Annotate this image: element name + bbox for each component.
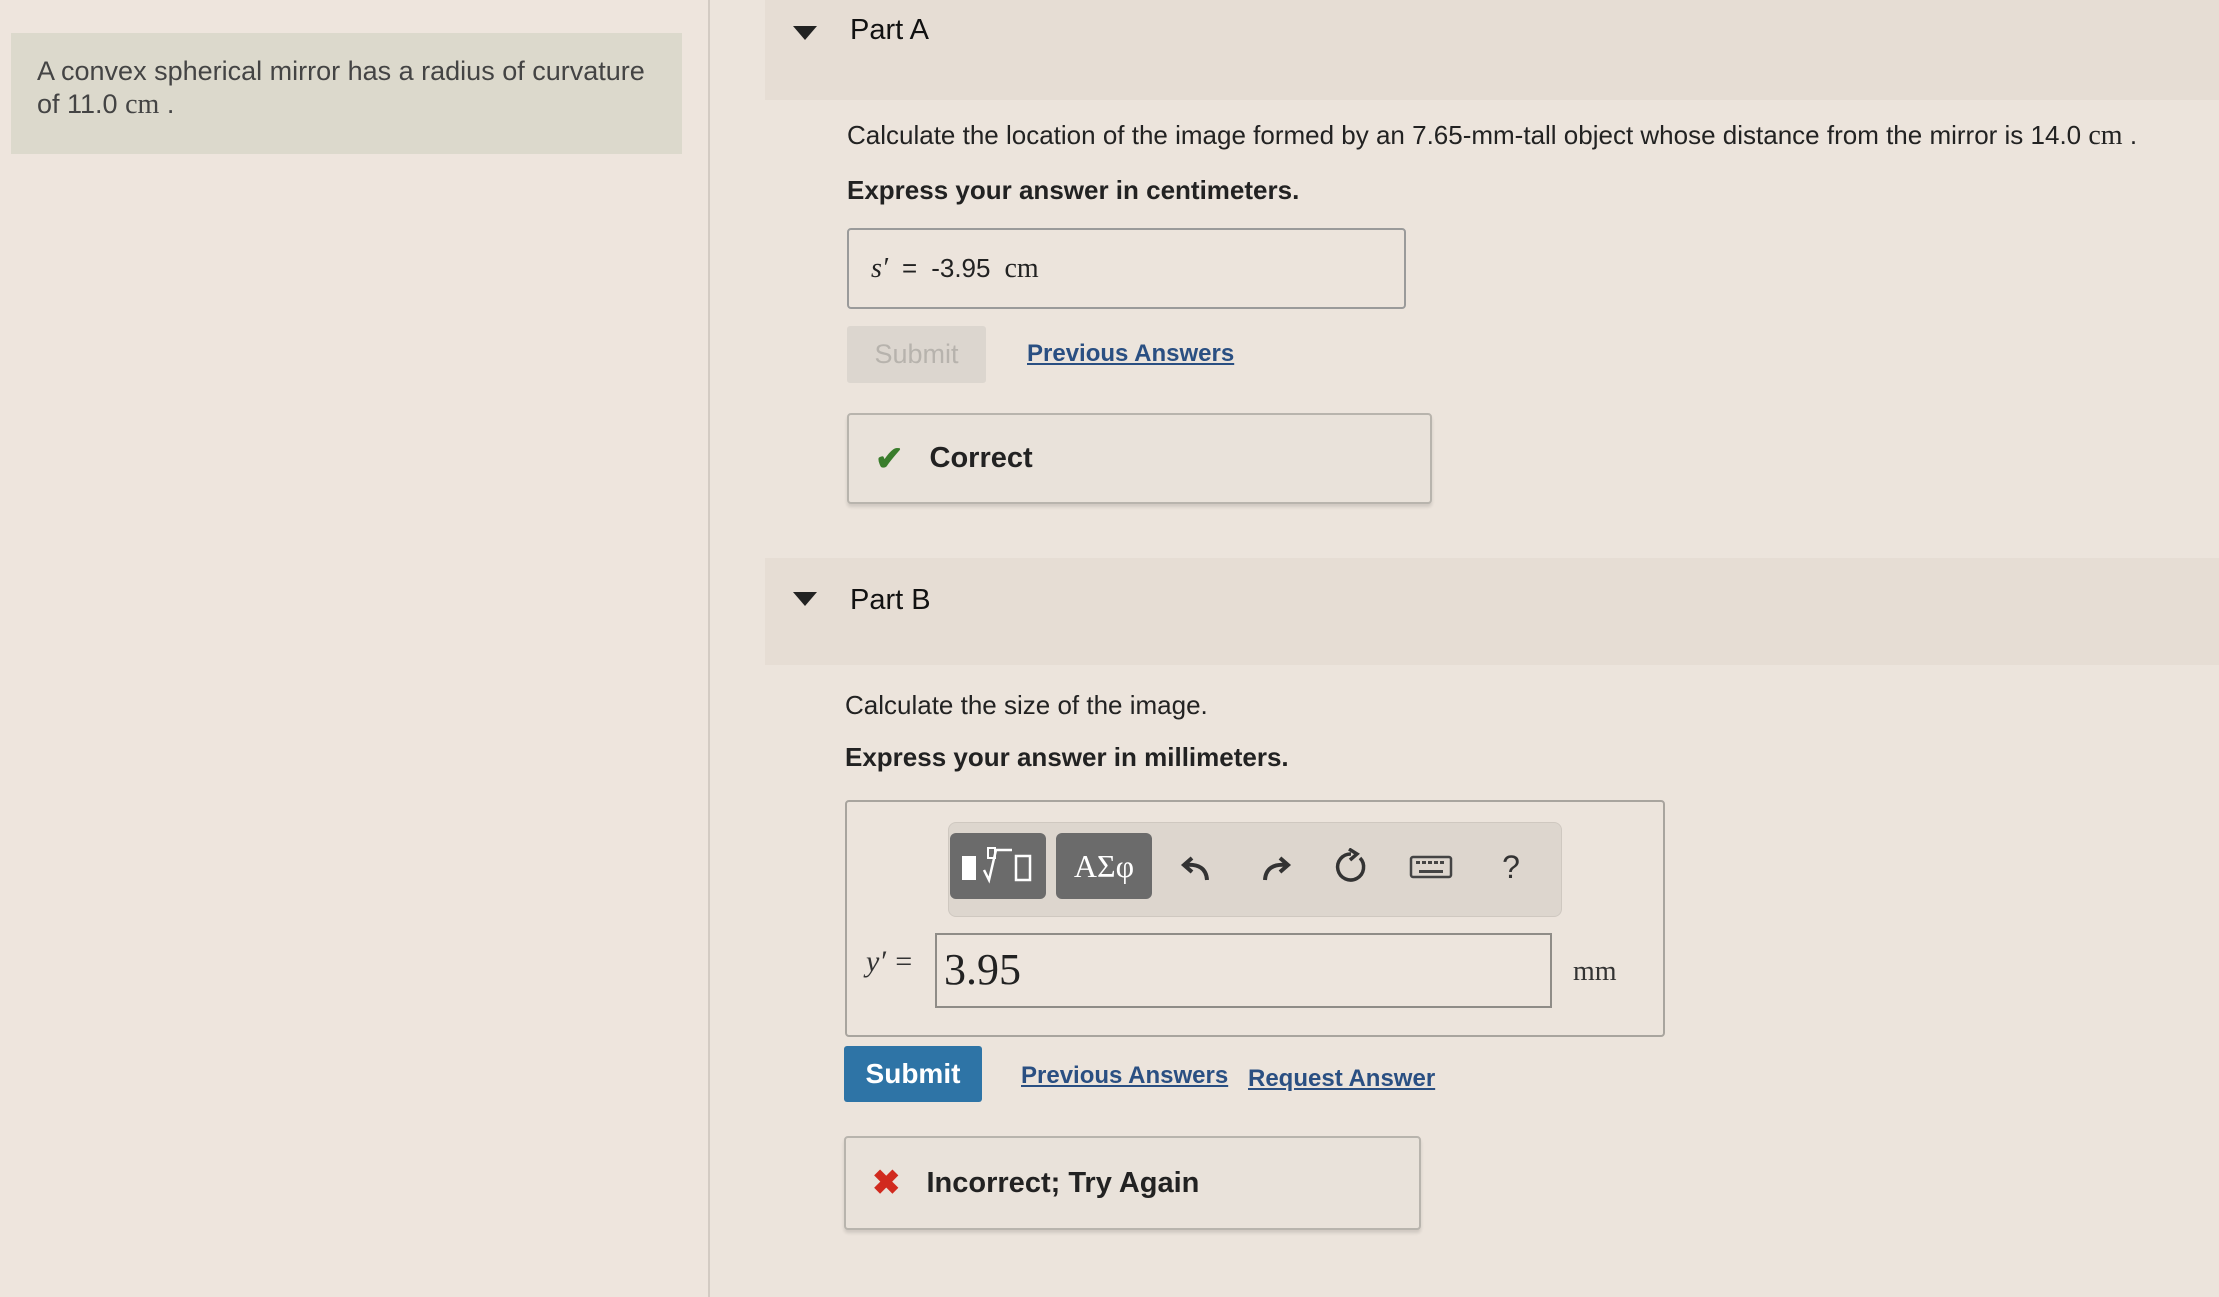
answer-value: -3.95 [931, 253, 991, 283]
problem-unit: cm [125, 89, 160, 120]
answer-unit: cm [1004, 252, 1039, 284]
part-b-feedback: ✖ Incorrect; Try Again [844, 1136, 1421, 1230]
part-a-feedback: ✔ Correct [847, 413, 1432, 504]
greek-symbols-button[interactable]: ΑΣφ [1056, 833, 1152, 899]
answer-variable: s′ [871, 252, 889, 284]
problem-statement: A convex spherical mirror has a radius o… [11, 33, 682, 154]
checkmark-icon: ✔ [875, 439, 904, 478]
input-label: y′ = [866, 945, 914, 978]
feedback-text: Correct [929, 442, 1033, 474]
part-a-question-text: Calculate the location of the image form… [847, 120, 2082, 150]
collapse-arrow-icon[interactable] [793, 592, 817, 606]
help-icon[interactable]: ? [1489, 845, 1533, 889]
request-answer-link[interactable]: Request Answer [1248, 1065, 1435, 1093]
part-a-instruction: Express your answer in centimeters. [847, 175, 1300, 205]
part-b-instruction: Express your answer in millimeters. [845, 742, 1289, 772]
part-a-header[interactable]: Part A [765, 0, 2219, 100]
feedback-text: Incorrect; Try Again [926, 1166, 1200, 1199]
redo-icon[interactable] [1253, 845, 1297, 889]
math-toolbar: ΑΣφ ? [948, 822, 1562, 917]
keyboard-icon[interactable] [1407, 845, 1455, 889]
part-a-previous-answers-link[interactable]: Previous Answers [1027, 340, 1234, 368]
part-a-question: Calculate the location of the image form… [847, 120, 2137, 152]
answer-equals: = [902, 253, 918, 283]
part-a-question-end: . [2129, 120, 2138, 150]
part-a-submit-button[interactable]: Submit [847, 326, 986, 383]
part-a-answer-display: s′ = -3.95 cm [847, 228, 1406, 309]
part-b-submit-button[interactable]: Submit [844, 1046, 982, 1102]
x-mark-icon: ✖ [872, 1164, 901, 1202]
reset-icon[interactable] [1329, 845, 1373, 889]
problem-period: . [166, 89, 175, 119]
panel-divider [708, 0, 710, 1297]
templates-button[interactable] [950, 833, 1046, 899]
part-b-question: Calculate the size of the image. [845, 690, 1208, 720]
part-a-title: Part A [850, 14, 929, 46]
part-b-title: Part B [850, 584, 931, 616]
part-b-header[interactable]: Part B [765, 558, 2219, 665]
answer-unit-label: mm [1573, 956, 1617, 987]
collapse-arrow-icon[interactable] [793, 26, 817, 40]
part-b-previous-answers-link[interactable]: Previous Answers [1021, 1062, 1228, 1090]
part-a-question-unit: cm [2088, 120, 2123, 151]
sqrt-template-icon [962, 847, 1032, 884]
answer-input[interactable]: 3.95 [935, 933, 1552, 1008]
undo-icon[interactable] [1175, 845, 1219, 889]
problem-panel [0, 0, 708, 1297]
